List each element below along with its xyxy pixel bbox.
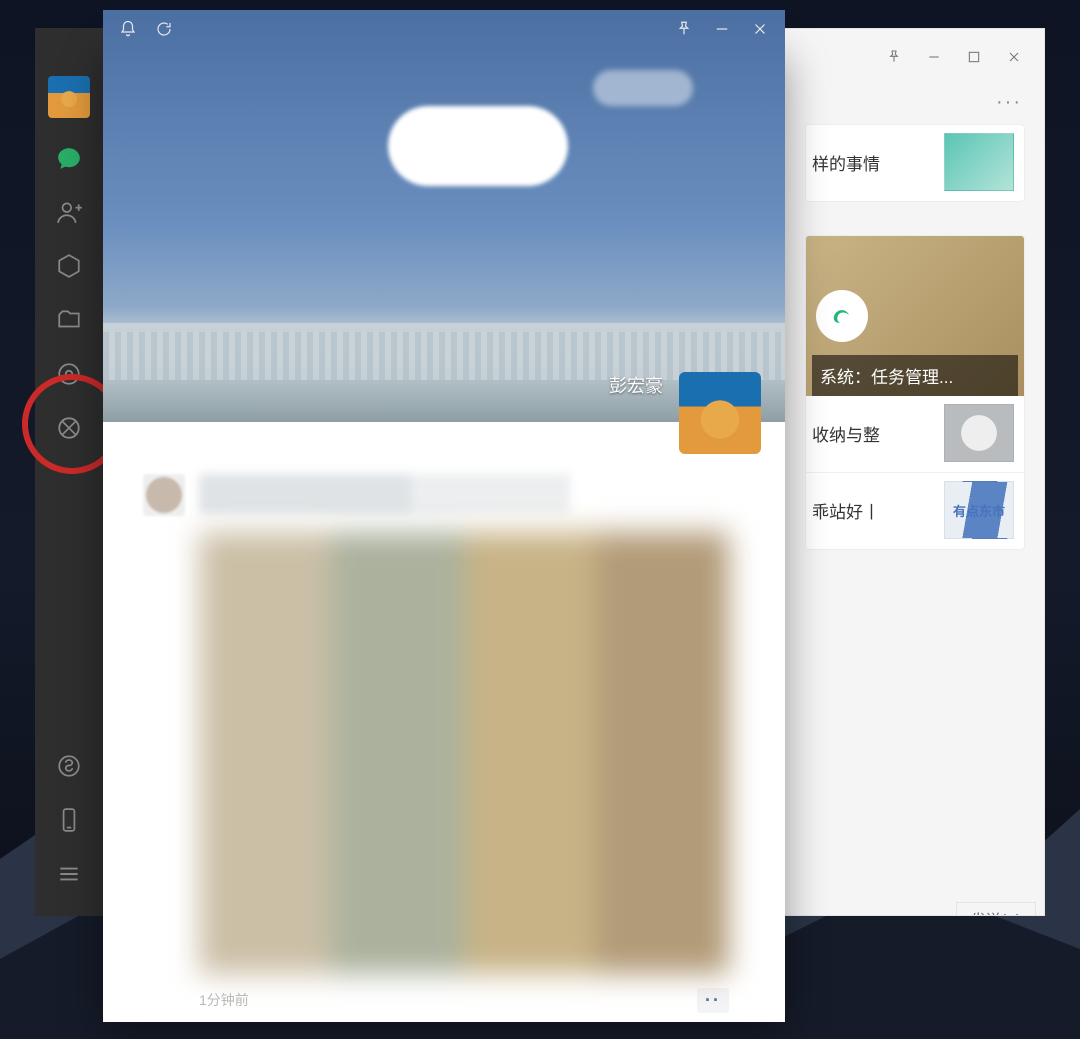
article-thumbnail — [944, 404, 1014, 462]
post-text-blurred — [199, 474, 729, 514]
pin-icon[interactable] — [675, 20, 693, 38]
article-title: 样的事情 — [812, 150, 880, 175]
files-icon[interactable] — [55, 306, 83, 334]
brand-logo-icon — [816, 290, 868, 342]
post-avatar[interactable] — [143, 474, 185, 516]
browse-icon[interactable] — [55, 360, 83, 388]
moments-window: 彭宏豪 — [103, 48, 785, 1022]
cover-username: 彭宏豪 — [609, 372, 663, 398]
cover-avatar[interactable] — [679, 372, 761, 454]
post-actions-button[interactable]: ·· — [697, 988, 729, 1013]
phone-icon[interactable] — [55, 806, 83, 834]
article-title: 收纳与整 — [812, 421, 880, 446]
moments-feed[interactable]: 1分钟前 ·· — [103, 422, 785, 1022]
article-title: 乖站好丨 — [812, 498, 880, 523]
article-caption: 系统：任务管理... — [812, 355, 1018, 396]
contacts-icon[interactable] — [55, 198, 83, 226]
post-image-grid-blurred[interactable] — [199, 532, 729, 974]
send-button[interactable]: 发送(S) — [956, 902, 1036, 916]
maximize-button[interactable] — [962, 45, 986, 69]
bell-icon[interactable] — [119, 20, 137, 38]
article-thumbnail: 有点东市 — [944, 481, 1014, 539]
minimize-icon[interactable] — [713, 20, 731, 38]
more-button[interactable]: ··· — [996, 91, 1022, 114]
favorites-icon[interactable] — [55, 252, 83, 280]
article-card[interactable]: 系统：任务管理... 收纳与整 乖站好丨 有点东市 — [806, 236, 1024, 549]
subscription-article-list: 样的事情 系统：任务管理... 收纳与整 乖站好丨 有点东市 — [806, 125, 1024, 584]
close-button[interactable] — [1002, 45, 1026, 69]
minimize-button[interactable] — [922, 45, 946, 69]
miniprogram-icon[interactable] — [55, 752, 83, 780]
post-timestamp: 1分钟前 — [199, 990, 249, 1010]
pin-button[interactable] — [882, 45, 906, 69]
close-icon[interactable] — [751, 20, 769, 38]
article-thumbnail — [944, 133, 1014, 191]
wechat-sidebar — [35, 28, 103, 916]
moments-icon[interactable] — [55, 414, 83, 442]
moments-cover: 彭宏豪 — [103, 10, 785, 422]
article-card[interactable]: 样的事情 — [806, 125, 1024, 201]
moments-post: 1分钟前 ·· — [143, 474, 729, 1019]
refresh-icon[interactable] — [155, 20, 173, 38]
user-avatar[interactable] — [48, 76, 90, 118]
chat-icon[interactable] — [55, 144, 83, 172]
menu-icon[interactable] — [55, 860, 83, 888]
